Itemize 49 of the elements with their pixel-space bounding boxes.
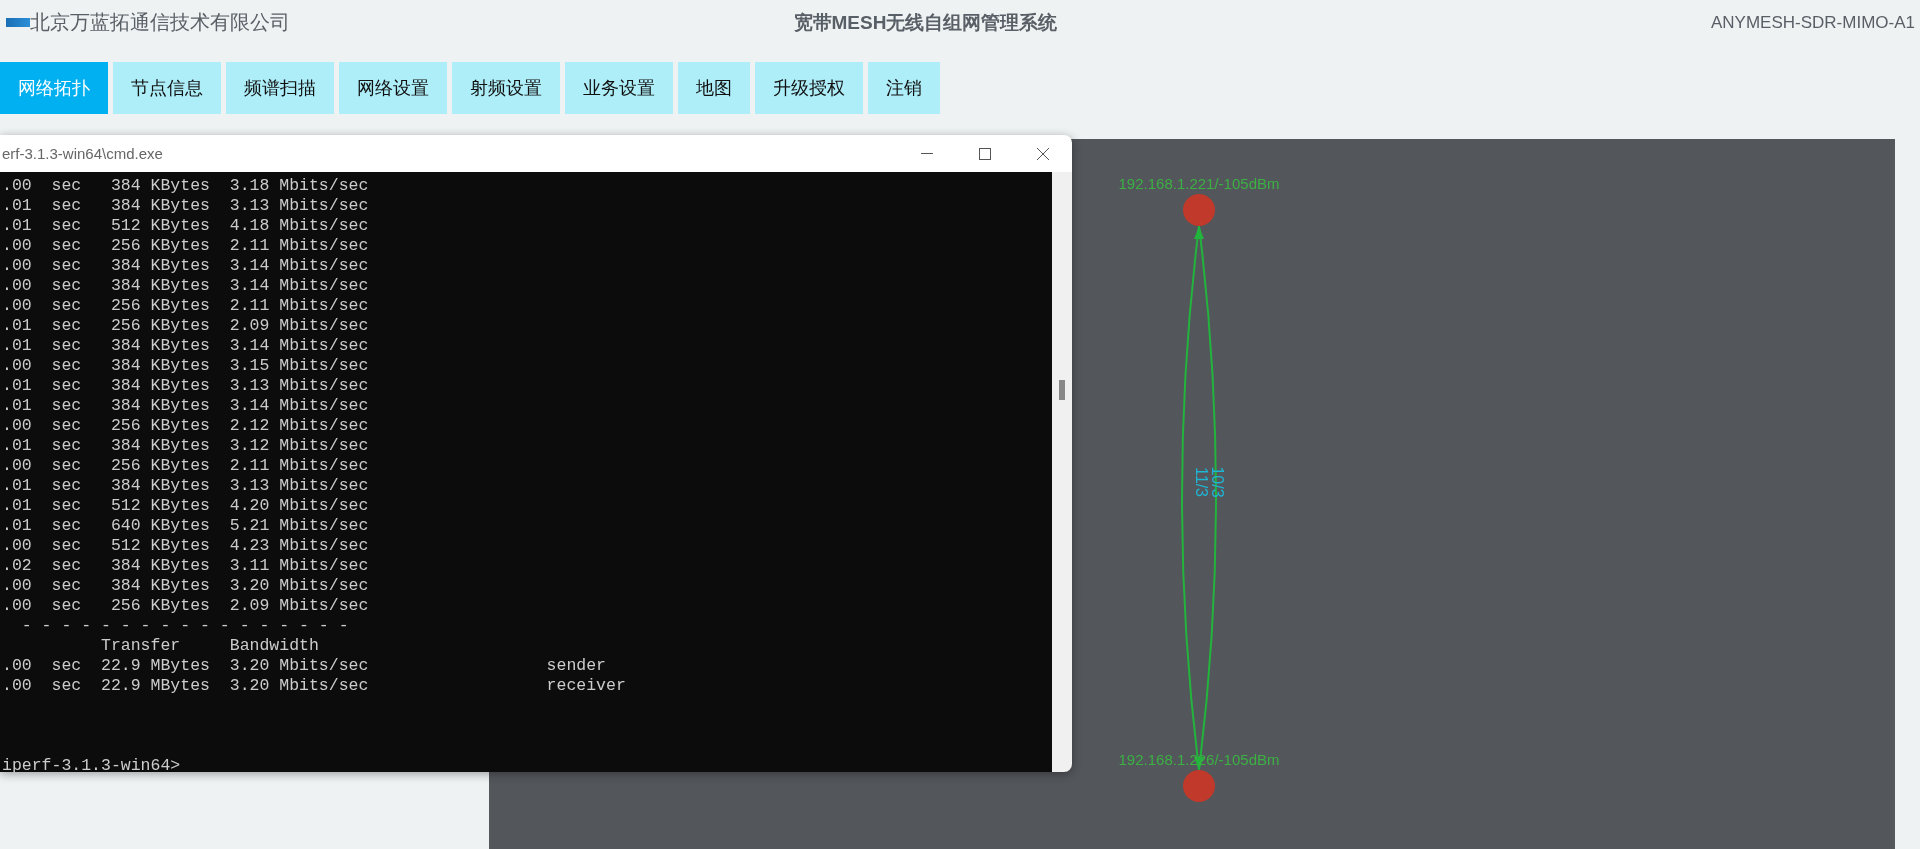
terminal-line: .01 sec 640 KBytes 5.21 Mbits/sec [2, 516, 370, 536]
company-name: 北京万蓝拓通信技术有限公司 [30, 10, 290, 35]
terminal-line: .00 sec 384 KBytes 3.20 Mbits/sec [2, 576, 370, 596]
terminal-line: .00 sec 384 KBytes 3.14 Mbits/sec [2, 256, 370, 276]
terminal-line: .00 sec 384 KBytes 3.14 Mbits/sec [2, 276, 370, 296]
nav-tab[interactable]: 节点信息 [113, 62, 221, 114]
nav-tab[interactable]: 地图 [678, 62, 750, 114]
maximize-icon [979, 147, 991, 160]
node-label: 192.168.1.221/-105dBm [1118, 175, 1280, 192]
scrollbar[interactable] [1052, 172, 1072, 772]
nav-tab[interactable]: 业务设置 [565, 62, 673, 114]
terminal-line: .00 sec 512 KBytes 4.23 Mbits/sec [2, 536, 370, 556]
system-title: 宽带MESH无线自组网管理系统 [793, 10, 1058, 35]
terminal-line: .01 sec 384 KBytes 3.13 Mbits/sec [2, 196, 370, 216]
terminal-line: .01 sec 384 KBytes 3.12 Mbits/sec [2, 436, 370, 456]
node-circle[interactable] [1183, 770, 1215, 802]
window-title: erf-3.1.3-win64\cmd.exe [1, 145, 164, 162]
terminal-line: .01 sec 384 KBytes 3.13 Mbits/sec [2, 376, 370, 396]
terminal-line: .00 sec 384 KBytes 3.18 Mbits/sec [2, 176, 370, 196]
terminal-line: .01 sec 512 KBytes 4.20 Mbits/sec [2, 496, 370, 516]
link-label: 10/3 [1209, 466, 1226, 498]
link-label: 11/3 [1193, 467, 1210, 497]
terminal-line: .00 sec 256 KBytes 2.12 Mbits/sec [2, 416, 370, 436]
terminal-line: .00 sec 22.9 MBytes 3.20 Mbits/sec sender [2, 656, 607, 676]
nav-tab[interactable]: 注销 [868, 62, 940, 114]
close-icon [1037, 147, 1049, 160]
minimize-icon [921, 152, 933, 155]
nav-tab[interactable]: 射频设置 [452, 62, 560, 114]
nav-tab[interactable]: 频谱扫描 [226, 62, 334, 114]
terminal-line: .01 sec 512 KBytes 4.18 Mbits/sec [2, 216, 370, 236]
terminal-line: Transfer Bandwidth [100, 636, 320, 656]
terminal-line: .01 sec 384 KBytes 3.13 Mbits/sec [2, 476, 370, 496]
nav-tab[interactable]: 升级授权 [755, 62, 863, 114]
terminal-line: .00 sec 256 KBytes 2.11 Mbits/sec [2, 236, 370, 256]
logo-icon [6, 18, 30, 27]
scrollbar-thumb[interactable] [1059, 380, 1065, 400]
device-model: ANYMESH-SDR-MIMO-A1 [1710, 12, 1915, 33]
terminal-line: .00 sec 256 KBytes 2.11 Mbits/sec [2, 296, 370, 316]
node-circle[interactable] [1183, 194, 1215, 226]
nav-tab[interactable]: 网络设置 [339, 62, 447, 114]
terminal-line: .01 sec 384 KBytes 3.14 Mbits/sec [2, 336, 370, 356]
terminal-line: .02 sec 384 KBytes 3.11 Mbits/sec [2, 556, 370, 576]
terminal-line: .00 sec 256 KBytes 2.11 Mbits/sec [2, 456, 370, 476]
terminal-line: .01 sec 384 KBytes 3.14 Mbits/sec [2, 396, 370, 416]
terminal-line: - - - - - - - - - - - - - - - - - [20, 616, 350, 636]
terminal-line: .00 sec 22.9 MBytes 3.20 Mbits/sec receiver [2, 676, 627, 696]
terminal-line: .00 sec 256 KBytes 2.09 Mbits/sec [2, 596, 370, 616]
terminal-line: .00 sec 384 KBytes 3.15 Mbits/sec [2, 356, 370, 376]
terminal-line: .01 sec 256 KBytes 2.09 Mbits/sec [2, 316, 370, 336]
